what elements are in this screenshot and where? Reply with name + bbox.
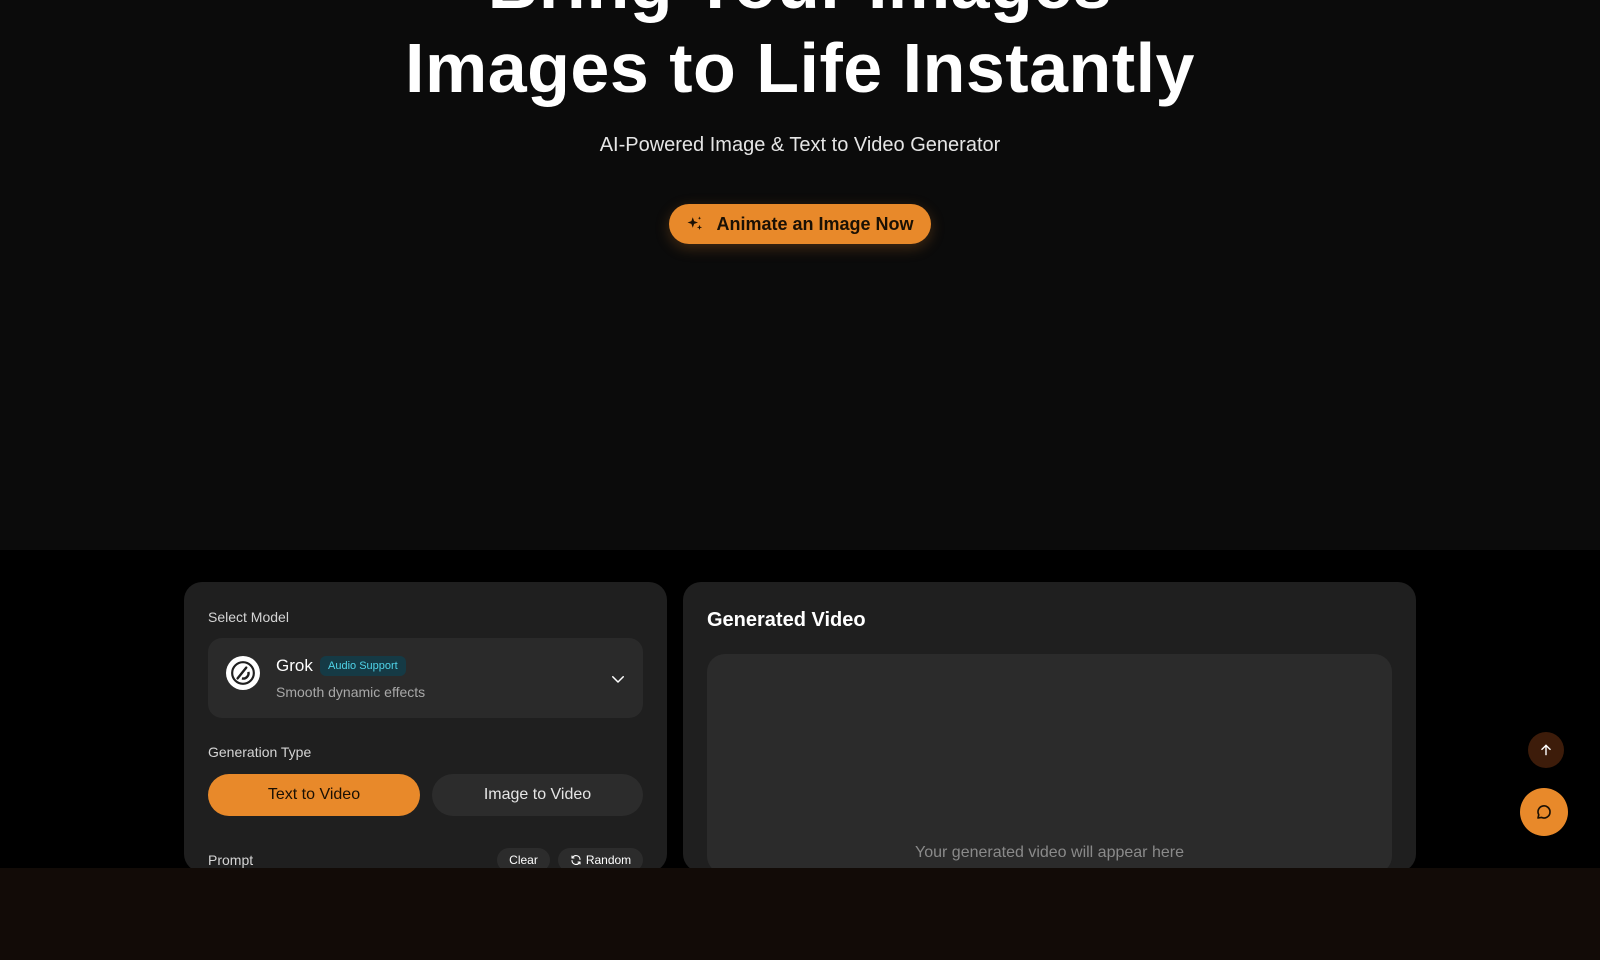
- select-model-label: Select Model: [208, 609, 289, 625]
- video-placeholder-text: Your generated video will appear here: [915, 844, 1184, 861]
- audio-support-badge: Audio Support: [320, 656, 406, 676]
- model-name: Grok: [276, 656, 313, 675]
- grok-logo-icon: [226, 656, 260, 690]
- animate-image-button[interactable]: Animate an Image Now: [669, 204, 931, 244]
- scroll-to-top-button[interactable]: [1528, 732, 1564, 768]
- arrow-up-icon: [1541, 744, 1551, 756]
- text-to-video-tab[interactable]: Text to Video: [208, 774, 420, 816]
- hero-title-line-2: Images to Life Instantly: [405, 29, 1195, 107]
- generated-video-title: Generated Video: [707, 609, 866, 631]
- prompt-label: Prompt: [208, 852, 254, 868]
- random-button-label: Random: [585, 853, 632, 867]
- sparkles-icon: [687, 216, 703, 230]
- animate-image-button-label: Animate an Image Now: [716, 213, 914, 234]
- clear-button-label: Clear: [509, 853, 538, 867]
- model-description: Smooth dynamic effects: [276, 684, 426, 700]
- bottom-band: [0, 868, 1600, 960]
- controls-panel: [184, 582, 667, 872]
- refresh-icon: [571, 855, 581, 865]
- hero-subtitle: AI-Powered Image & Text to Video Generat…: [599, 134, 1001, 156]
- video-preview-area: Your generated video will appear here: [707, 654, 1392, 874]
- image-to-video-tab[interactable]: Image to Video: [432, 774, 643, 816]
- generation-type-label: Generation Type: [208, 744, 312, 760]
- model-dropdown[interactable]: Grok Audio Support Smooth dynamic effect…: [208, 638, 643, 718]
- chat-bubble-icon: [1537, 805, 1551, 819]
- hero-section: Bring Your Images Images to Life Instant…: [0, 0, 1600, 550]
- hero-title: Bring Your Images Images to Life Instant…: [0, 0, 1600, 110]
- chevron-down-icon: [612, 676, 624, 683]
- chat-button[interactable]: [1520, 788, 1568, 836]
- hero-title-line-1: Bring Your Images: [0, 0, 1600, 26]
